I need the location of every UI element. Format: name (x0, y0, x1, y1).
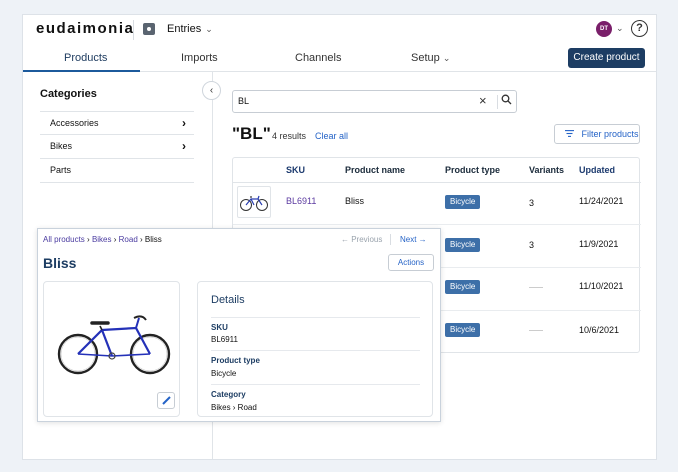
category-label: Parts (50, 165, 72, 175)
tab-products[interactable]: Products (64, 52, 107, 64)
details-title: Details (211, 294, 245, 306)
details-card: Details SKU BL6911 Product type Bicycle … (197, 281, 433, 417)
breadcrumb-current: Bliss (144, 235, 162, 244)
field-value-sku: BL6911 (211, 335, 238, 344)
category-accessories[interactable]: Accessories › (40, 111, 194, 135)
category-label: Bikes (50, 141, 73, 151)
chevron-down-icon: ⌄ (205, 24, 213, 34)
help-icon[interactable]: ? (631, 20, 648, 37)
product-image (57, 315, 171, 375)
tab-channels[interactable]: Channels (295, 52, 341, 64)
type-badge: Bicycle (445, 280, 481, 294)
column-header-updated[interactable]: Updated (579, 165, 615, 175)
chevron-down-icon[interactable]: ⌄ (616, 23, 624, 34)
pencil-icon (162, 396, 171, 405)
breadcrumb-separator: › (87, 235, 90, 244)
search-input[interactable]: BL × (232, 90, 517, 113)
row-sku[interactable]: BL6911 (286, 196, 316, 206)
category-label: Accessories (50, 118, 99, 128)
section-label: Entries (167, 23, 202, 35)
product-title: Bliss (43, 255, 77, 271)
create-product-button[interactable]: Create product (568, 48, 645, 68)
chevron-down-icon: ⌄ (442, 53, 451, 63)
column-header-sku[interactable]: SKU (286, 165, 305, 175)
product-thumbnail (237, 186, 271, 218)
logo: eudaimonia (36, 20, 135, 37)
category-parts[interactable]: Parts (40, 159, 194, 183)
divider (133, 20, 134, 40)
empty-value (529, 330, 543, 331)
row-updated: 11/9/2021 (579, 239, 619, 249)
category-bikes[interactable]: Bikes › (40, 135, 194, 159)
column-header-variants[interactable]: Variants (529, 165, 564, 175)
chevron-right-icon: › (182, 116, 186, 130)
breadcrumb-road[interactable]: Road (119, 235, 138, 244)
clear-search-icon[interactable]: × (479, 93, 487, 108)
field-value-product-type: Bicycle (211, 369, 237, 378)
divider (497, 95, 498, 109)
empty-value (529, 287, 543, 288)
categories-title: Categories (40, 88, 97, 100)
field-label-category: Category (211, 390, 246, 399)
breadcrumb-bikes[interactable]: Bikes (92, 235, 112, 244)
row-updated: 10/6/2021 (579, 325, 620, 335)
edit-image-button[interactable] (157, 392, 175, 409)
divider (233, 224, 641, 225)
row-updated: 11/24/2021 (579, 196, 624, 206)
entries-app-icon (143, 23, 155, 35)
column-header-type[interactable]: Product type (445, 165, 500, 175)
result-count: 4 results (272, 131, 307, 141)
search-value: BL (238, 96, 250, 106)
actions-button[interactable]: Actions (388, 254, 434, 271)
column-header-name[interactable]: Product name (345, 165, 405, 175)
chevron-right-icon: › (182, 139, 186, 153)
clear-all-link[interactable]: Clear all (315, 131, 348, 141)
row-variants: 3 (529, 240, 535, 250)
section-switcher[interactable]: Entries ⌄ (167, 23, 213, 35)
row-variants: 3 (529, 198, 535, 208)
divider (211, 317, 420, 318)
divider (390, 234, 391, 245)
row-name: Bliss (345, 196, 365, 206)
top-bar: eudaimonia Entries ⌄ DT ⌄ ? (23, 15, 656, 45)
avatar[interactable]: DT (596, 21, 612, 37)
filter-products-button[interactable]: Filter products (554, 124, 640, 144)
chevron-left-icon: ‹ (209, 85, 214, 96)
filter-icon (565, 129, 577, 139)
field-label-product-type: Product type (211, 356, 260, 365)
divider (233, 182, 641, 183)
next-button[interactable]: Next → (400, 235, 427, 244)
previous-button[interactable]: ← Previous (341, 235, 382, 244)
collapse-sidebar-button[interactable]: ‹ (202, 81, 221, 100)
breadcrumb-separator: › (140, 235, 143, 244)
type-badge: Bicycle (445, 238, 481, 252)
search-icon[interactable] (501, 94, 512, 108)
filter-label: Filter products (581, 129, 639, 139)
type-badge: Bicycle (445, 323, 481, 337)
divider (211, 384, 420, 385)
type-badge: Bicycle (445, 195, 481, 209)
search-query-heading: "BL" (232, 124, 271, 143)
main-nav: Products Imports Channels Setup ⌄ Create… (23, 45, 656, 72)
breadcrumb-separator: › (113, 235, 117, 244)
breadcrumb-all-products[interactable]: All products (43, 235, 85, 244)
product-image-card (43, 281, 180, 417)
row-updated: 11/10/2021 (579, 281, 624, 291)
field-label-sku: SKU (211, 323, 228, 332)
tab-setup[interactable]: Setup ⌄ (411, 52, 450, 64)
tab-setup-label: Setup (411, 52, 440, 64)
field-value-category: Bikes › Road (211, 403, 257, 412)
breadcrumb: All products › Bikes › Road › Bliss (43, 235, 162, 244)
product-detail-panel: All products › Bikes › Road › Bliss ← Pr… (37, 228, 441, 422)
tab-imports[interactable]: Imports (181, 52, 218, 64)
divider (211, 350, 420, 351)
